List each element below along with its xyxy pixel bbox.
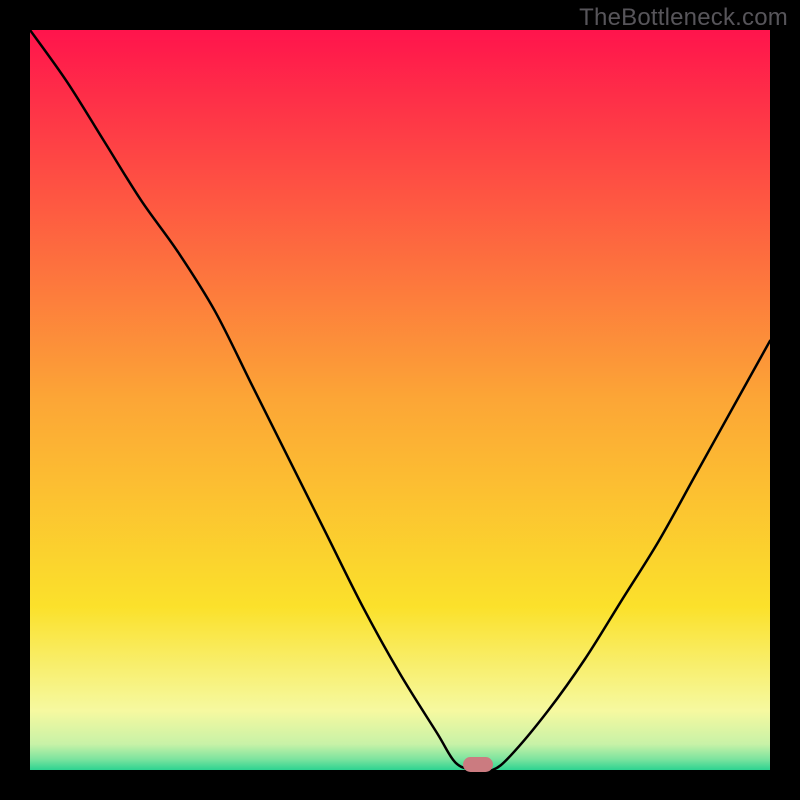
chart-frame: TheBottleneck.com xyxy=(0,0,800,800)
watermark-text: TheBottleneck.com xyxy=(579,4,788,32)
optimal-marker xyxy=(463,757,493,772)
gradient-background xyxy=(30,30,770,770)
bottleneck-plot xyxy=(30,30,770,770)
